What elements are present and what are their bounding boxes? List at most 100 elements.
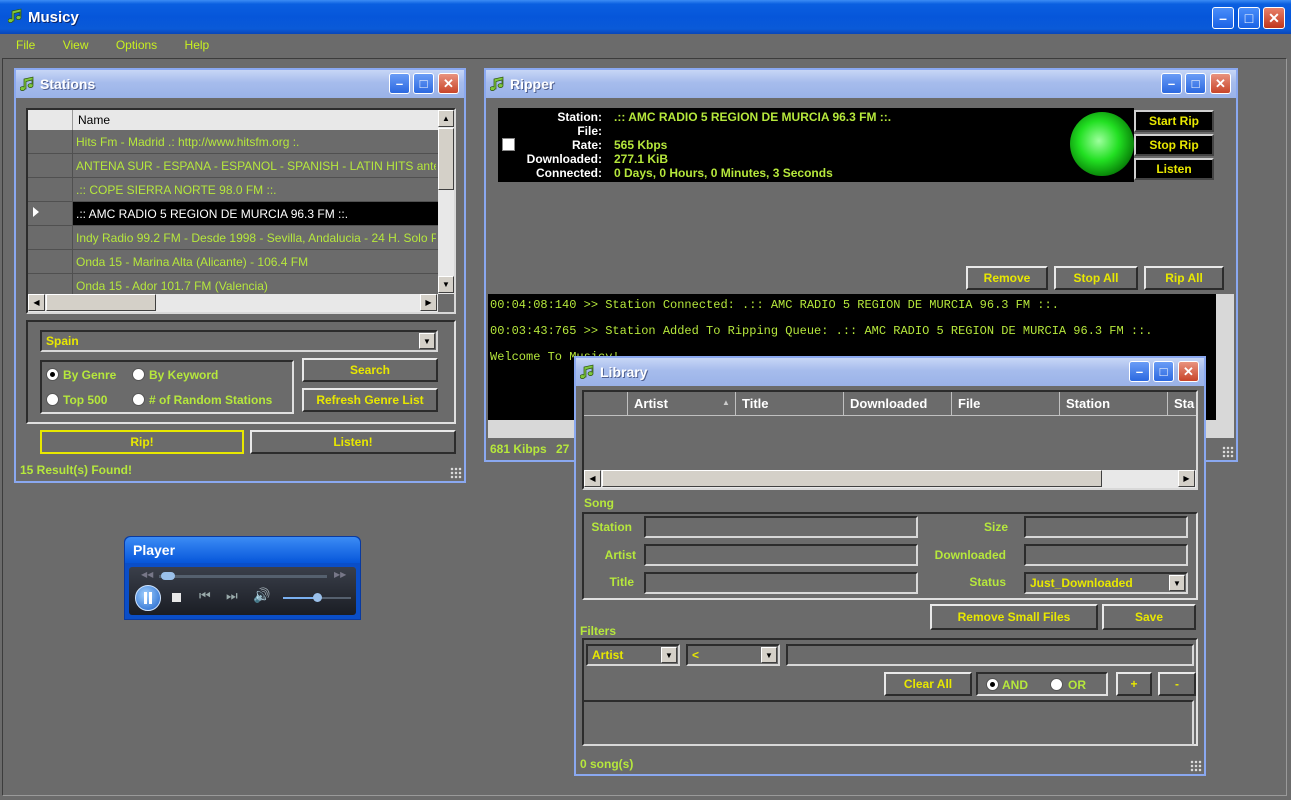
close-button[interactable]: ✕ xyxy=(1178,361,1199,382)
ripper-title-bar[interactable]: Ripper – □ ✕ xyxy=(486,70,1236,98)
remove-filter-button[interactable]: - xyxy=(1158,672,1196,696)
scroll-thumb[interactable] xyxy=(602,470,1102,487)
station-row[interactable]: .:: COPE SIERRA NORTE 98.0 FM ::. xyxy=(28,178,438,202)
resize-grip-icon[interactable] xyxy=(1222,446,1234,458)
filter-value-input[interactable] xyxy=(786,644,1194,666)
vertical-scrollbar[interactable]: ▲ ▼ xyxy=(438,110,454,294)
connected-label: Connected: xyxy=(536,166,602,180)
filter-list[interactable] xyxy=(582,700,1194,746)
seek-thumb[interactable] xyxy=(161,572,175,580)
player-title-bar[interactable]: Player xyxy=(125,537,360,563)
station-row-selected[interactable]: .:: AMC RADIO 5 REGION DE MURCIA 96.3 FM… xyxy=(28,202,438,226)
close-button[interactable]: ✕ xyxy=(1263,7,1285,29)
close-button[interactable]: ✕ xyxy=(1210,73,1231,94)
horizontal-scrollbar[interactable]: ◀ ▶ xyxy=(28,294,438,312)
column-status-header[interactable]: Sta xyxy=(1168,392,1196,416)
log-line: 00:04:08:140 >> Station Connected: .:: A… xyxy=(490,298,1059,312)
add-filter-button[interactable]: + xyxy=(1116,672,1152,696)
rip-button[interactable]: Rip! xyxy=(40,430,244,454)
chevron-down-icon: ▼ xyxy=(761,647,777,663)
save-button[interactable]: Save xyxy=(1102,604,1196,630)
by-genre-radio[interactable] xyxy=(46,368,59,381)
stop-all-button[interactable]: Stop All xyxy=(1054,266,1138,290)
size-field[interactable] xyxy=(1024,516,1188,538)
station-row[interactable]: Indy Radio 99.2 FM - Desde 1998 - Sevill… xyxy=(28,226,438,250)
pause-icon xyxy=(144,592,147,604)
maximize-button[interactable]: □ xyxy=(1185,73,1206,94)
scroll-thumb[interactable] xyxy=(46,294,156,311)
station-name: Onda 15 - Marina Alta (Alicante) - 106.4… xyxy=(76,255,309,269)
scroll-right-icon[interactable]: ▶ xyxy=(1178,470,1195,487)
menu-options[interactable]: Options xyxy=(108,34,165,52)
horizontal-scrollbar[interactable]: ◀ ▶ xyxy=(584,470,1196,488)
stations-title-bar[interactable]: Stations – □ ✕ xyxy=(16,70,464,98)
filter-operator-dropdown[interactable]: < ▼ xyxy=(686,644,780,666)
top500-radio[interactable] xyxy=(46,393,59,406)
maximize-button[interactable]: □ xyxy=(413,73,434,94)
stop-icon[interactable] xyxy=(172,593,181,602)
previous-icon[interactable]: ⏮ xyxy=(199,588,211,604)
station-row[interactable]: Hits Fm - Madrid .: http://www.hitsfm.or… xyxy=(28,130,438,154)
station-field[interactable] xyxy=(644,516,918,538)
fast-forward-icon[interactable]: ▶▶ xyxy=(334,570,346,579)
seek-bar[interactable] xyxy=(159,575,327,578)
minimize-button[interactable]: – xyxy=(1161,73,1182,94)
scroll-left-icon[interactable]: ◀ xyxy=(584,470,601,487)
column-artist-header[interactable]: Artist xyxy=(628,392,736,416)
artist-field[interactable] xyxy=(644,544,918,566)
minimize-button[interactable]: – xyxy=(389,73,410,94)
volume-slider[interactable] xyxy=(283,593,351,602)
library-title-bar[interactable]: Library – □ ✕ xyxy=(576,358,1204,386)
scroll-thumb[interactable] xyxy=(438,128,454,190)
by-keyword-radio[interactable] xyxy=(132,368,145,381)
volume-icon[interactable]: 🔊 xyxy=(253,587,270,604)
listen-button[interactable]: Listen xyxy=(1134,158,1214,180)
column-file-header[interactable]: File xyxy=(952,392,1060,416)
menu-view[interactable]: View xyxy=(55,34,97,52)
next-icon[interactable]: ⏭ xyxy=(226,588,238,604)
volume-thumb[interactable] xyxy=(313,593,322,602)
and-radio[interactable] xyxy=(986,678,999,691)
resize-grip-icon[interactable] xyxy=(450,467,462,479)
scroll-left-icon[interactable]: ◀ xyxy=(28,294,45,311)
resize-grip-icon[interactable] xyxy=(1190,760,1202,772)
remove-button[interactable]: Remove xyxy=(966,266,1048,290)
country-dropdown[interactable]: Spain ▼ xyxy=(40,330,438,352)
or-radio[interactable] xyxy=(1050,678,1063,691)
column-title-header[interactable]: Title xyxy=(736,392,844,416)
column-station-header[interactable]: Station xyxy=(1060,392,1168,416)
row-header-column xyxy=(584,392,628,416)
start-rip-button[interactable]: Start Rip xyxy=(1134,110,1214,132)
minimize-button[interactable]: – xyxy=(1212,7,1234,29)
downloaded-field[interactable] xyxy=(1024,544,1188,566)
pause-button[interactable] xyxy=(135,585,161,611)
close-button[interactable]: ✕ xyxy=(438,73,459,94)
minimize-button[interactable]: – xyxy=(1129,361,1150,382)
scroll-right-icon[interactable]: ▶ xyxy=(420,294,437,311)
column-downloaded-header[interactable]: Downloaded xyxy=(844,392,952,416)
filter-field-dropdown[interactable]: Artist ▼ xyxy=(586,644,680,666)
column-name-header[interactable]: Name xyxy=(78,113,110,127)
maximize-button[interactable]: □ xyxy=(1238,7,1260,29)
station-row[interactable]: Onda 15 - Marina Alta (Alicante) - 106.4… xyxy=(28,250,438,274)
remove-small-files-button[interactable]: Remove Small Files xyxy=(930,604,1098,630)
maximize-button[interactable]: □ xyxy=(1153,361,1174,382)
random-stations-radio[interactable] xyxy=(132,393,145,406)
scroll-down-icon[interactable]: ▼ xyxy=(438,276,454,293)
stop-rip-button[interactable]: Stop Rip xyxy=(1134,134,1214,156)
search-button[interactable]: Search xyxy=(302,358,438,382)
rip-all-button[interactable]: Rip All xyxy=(1144,266,1224,290)
vertical-scrollbar[interactable] xyxy=(1216,294,1234,420)
rewind-icon[interactable]: ◀◀ xyxy=(141,570,153,579)
scroll-up-icon[interactable]: ▲ xyxy=(438,110,454,127)
refresh-genre-list-button[interactable]: Refresh Genre List xyxy=(302,388,438,412)
listen-button[interactable]: Listen! xyxy=(250,430,456,454)
station-row[interactable]: ANTENA SUR - ESPANA - ESPANOL - SPANISH … xyxy=(28,154,438,178)
app-title: Musicy xyxy=(28,9,79,26)
status-dropdown[interactable]: Just_Downloaded ▼ xyxy=(1024,572,1188,594)
rip-checkbox[interactable] xyxy=(502,138,515,151)
menu-file[interactable]: File xyxy=(8,34,43,52)
clear-all-button[interactable]: Clear All xyxy=(884,672,972,696)
menu-help[interactable]: Help xyxy=(177,34,218,52)
title-field[interactable] xyxy=(644,572,918,594)
